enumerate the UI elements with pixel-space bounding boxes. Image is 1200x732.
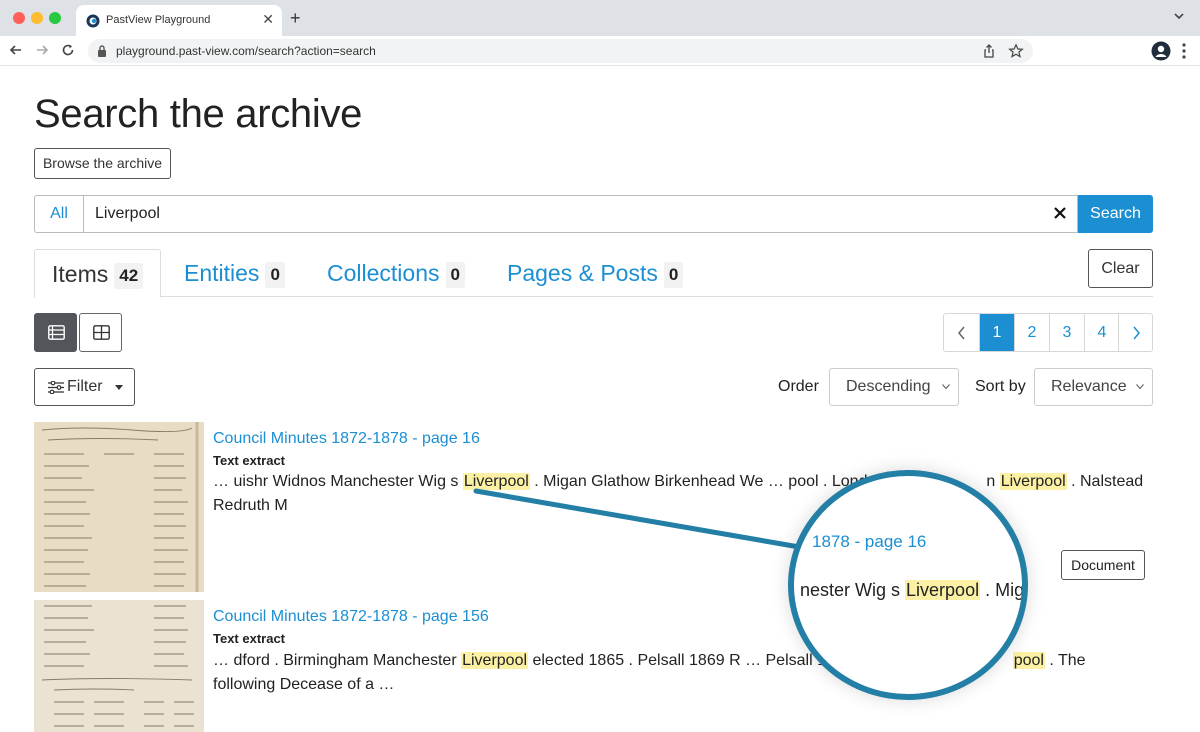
magnifier-lens: 1878 - page 16 nester Wig s Liverpool . … xyxy=(788,470,1028,700)
search-highlight: Liverpool xyxy=(905,580,981,600)
magnified-result-title: 1878 - page 16 xyxy=(812,532,927,551)
snippet-text: . Miga xyxy=(985,580,1025,600)
snippet-text: nester Wig s xyxy=(800,580,906,600)
magnified-snippet: nester Wig s Liverpool . Miga xyxy=(800,580,1025,601)
